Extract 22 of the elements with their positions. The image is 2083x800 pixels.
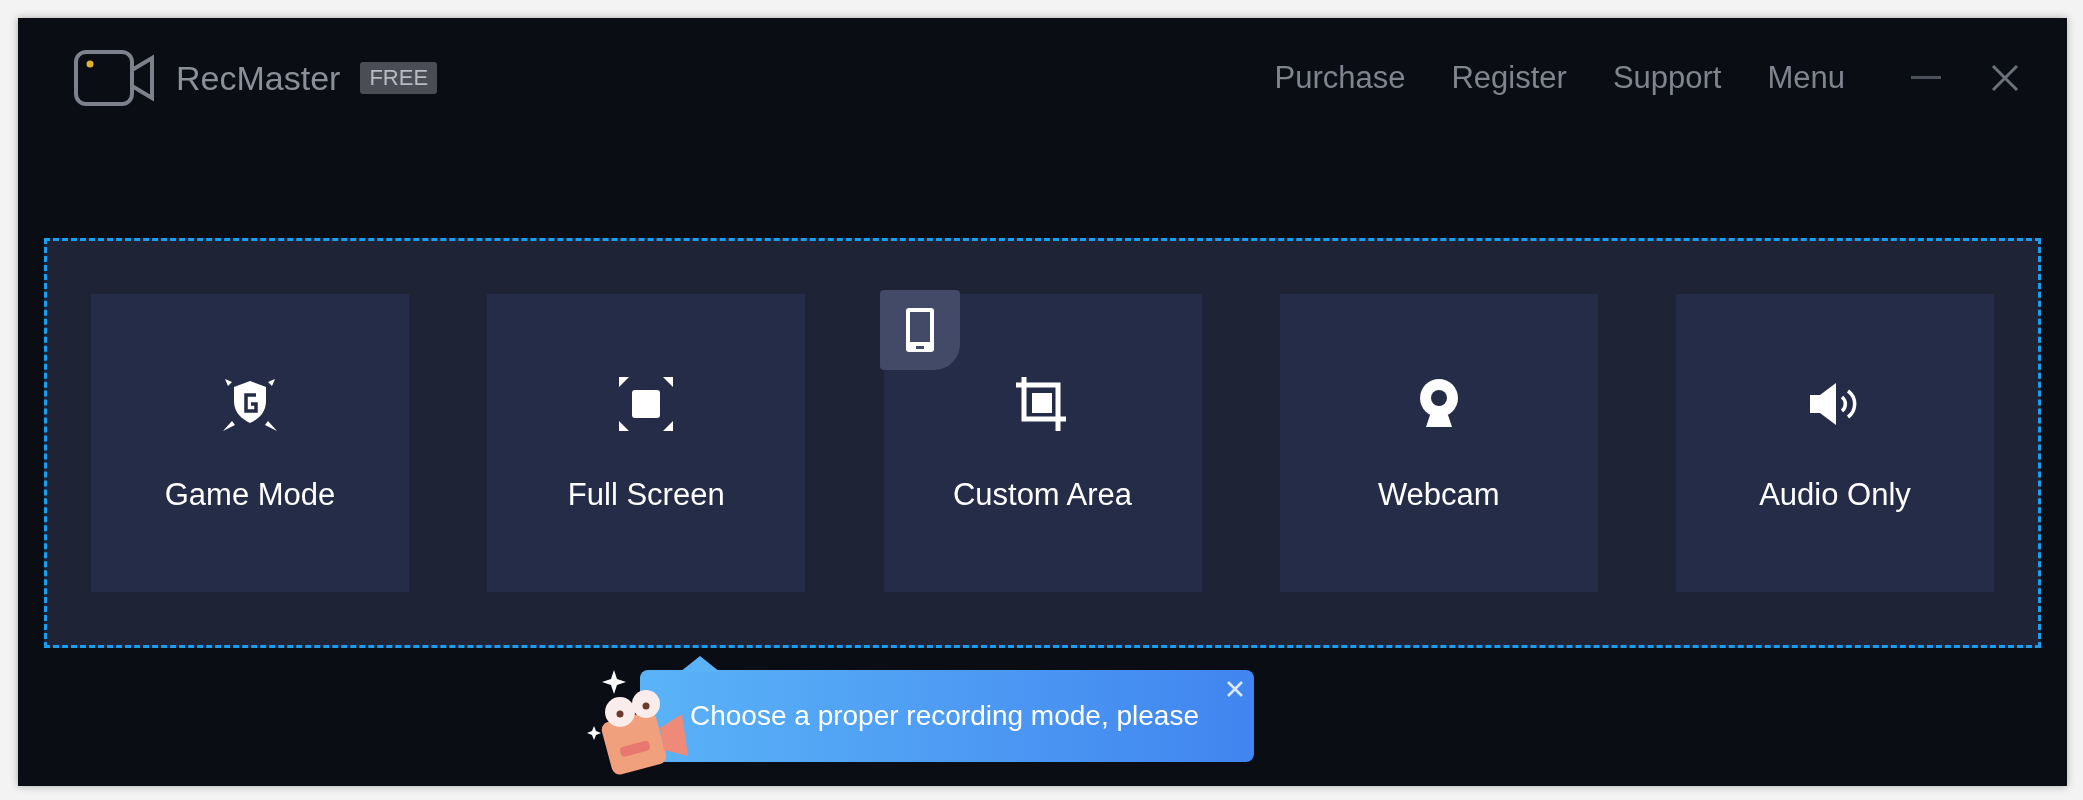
mode-label: Full Screen [567, 477, 725, 513]
nav-link[interactable]: Register [1451, 60, 1567, 96]
minimize-icon[interactable] [1911, 76, 1941, 80]
mode-card[interactable]: Webcam [1279, 294, 1598, 592]
mode-label: Custom Area [952, 477, 1133, 513]
mode-card[interactable]: Audio Only [1676, 294, 1994, 592]
mode-card[interactable]: Full Screen [487, 294, 806, 592]
edition-badge: FREE [360, 62, 438, 94]
nav-link[interactable]: Support [1612, 60, 1722, 96]
close-icon[interactable] [1991, 64, 2019, 92]
hint-text: Choose a proper recording mode, please [690, 700, 1199, 732]
mode-label: Game Mode [164, 477, 336, 513]
mode-card[interactable]: Game Mode [91, 294, 409, 592]
mode-label: Audio Only [1759, 477, 1911, 513]
tablet-icon [903, 306, 936, 354]
nav-link[interactable]: Menu [1767, 60, 1845, 96]
video-camera-icon [74, 48, 156, 108]
app-name: RecMaster [176, 58, 341, 98]
tooltip-pointer [680, 656, 720, 672]
mobile-badge[interactable] [879, 290, 960, 370]
nav-link[interactable]: Purchase [1274, 60, 1406, 96]
mode-label: Webcam [1377, 477, 1500, 513]
